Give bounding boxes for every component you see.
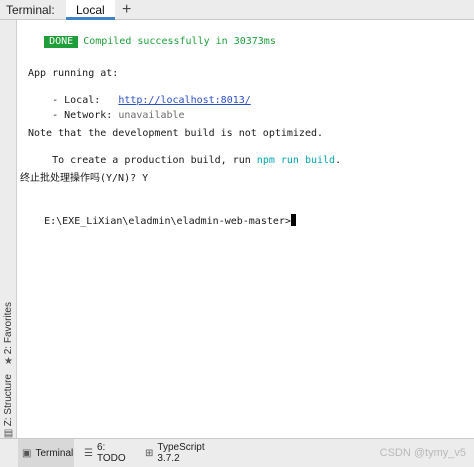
- compile-status-line: DONE Compiled successfully in 30373ms: [20, 24, 276, 60]
- batch-prompt-line: 终止批处理操作吗(Y/N)? Y: [20, 173, 149, 184]
- prompt-path: E:\EXE_LiXian\eladmin\eladmin-web-master…: [44, 216, 291, 227]
- typescript-tool-label: TypeScript 3.7.2: [157, 442, 205, 464]
- new-tab-button[interactable]: +: [122, 0, 131, 19]
- structure-label: Z: Structure: [3, 374, 14, 427]
- build-command: npm run build: [256, 155, 336, 166]
- build-prefix: To create a production build, run: [52, 155, 257, 166]
- structure-tool-tab[interactable]: Z: Structure ▤: [0, 374, 17, 439]
- app-running-line: App running at:: [28, 68, 119, 79]
- terminal-tool-label: Terminal: [35, 447, 74, 459]
- command-prompt-line[interactable]: E:\EXE_LiXian\eladmin\eladmin-web-master…: [20, 202, 296, 240]
- star-icon: ★: [4, 356, 13, 368]
- favorites-tool-tab[interactable]: 2: Favorites ★: [0, 302, 17, 367]
- left-tool-rail: 2: Favorites ★ Z: Structure ▤: [0, 20, 17, 439]
- typescript-tool-tab[interactable]: ⊞ TypeScript 3.7.2: [141, 439, 231, 467]
- watermark: CSDN @tymy_v5: [379, 447, 466, 459]
- terminal-tool-tab[interactable]: ▣ Terminal: [18, 439, 74, 467]
- text-cursor: [290, 214, 296, 226]
- network-prefix: - Network:: [52, 110, 119, 121]
- typescript-icon: ⊞: [145, 447, 154, 459]
- network-value: unavailable: [118, 110, 185, 121]
- build-suffix: .: [335, 155, 342, 166]
- compile-message: Compiled successfully in 30373ms: [83, 36, 276, 47]
- build-note-line: Note that the development build is not o…: [28, 128, 324, 139]
- terminal-tab-bar: Terminal: Local +: [0, 0, 474, 20]
- terminal-title: Terminal:: [6, 3, 55, 17]
- list-icon: ☰: [84, 447, 93, 459]
- favorites-label: 2: Favorites: [3, 302, 14, 355]
- todo-tool-label: 6: TODO: [96, 442, 126, 464]
- tab-local[interactable]: Local: [66, 0, 115, 20]
- terminal-icon: ▣: [22, 447, 32, 459]
- terminal-output[interactable]: DONE Compiled successfully in 30373ms App…: [18, 21, 474, 438]
- bottom-tool-bar: ▣ Terminal ☰ 6: TODO ⊞ TypeScript 3.7.2 …: [0, 438, 474, 467]
- done-badge: DONE: [44, 36, 79, 48]
- todo-tool-tab[interactable]: ☰ 6: TODO: [80, 439, 136, 467]
